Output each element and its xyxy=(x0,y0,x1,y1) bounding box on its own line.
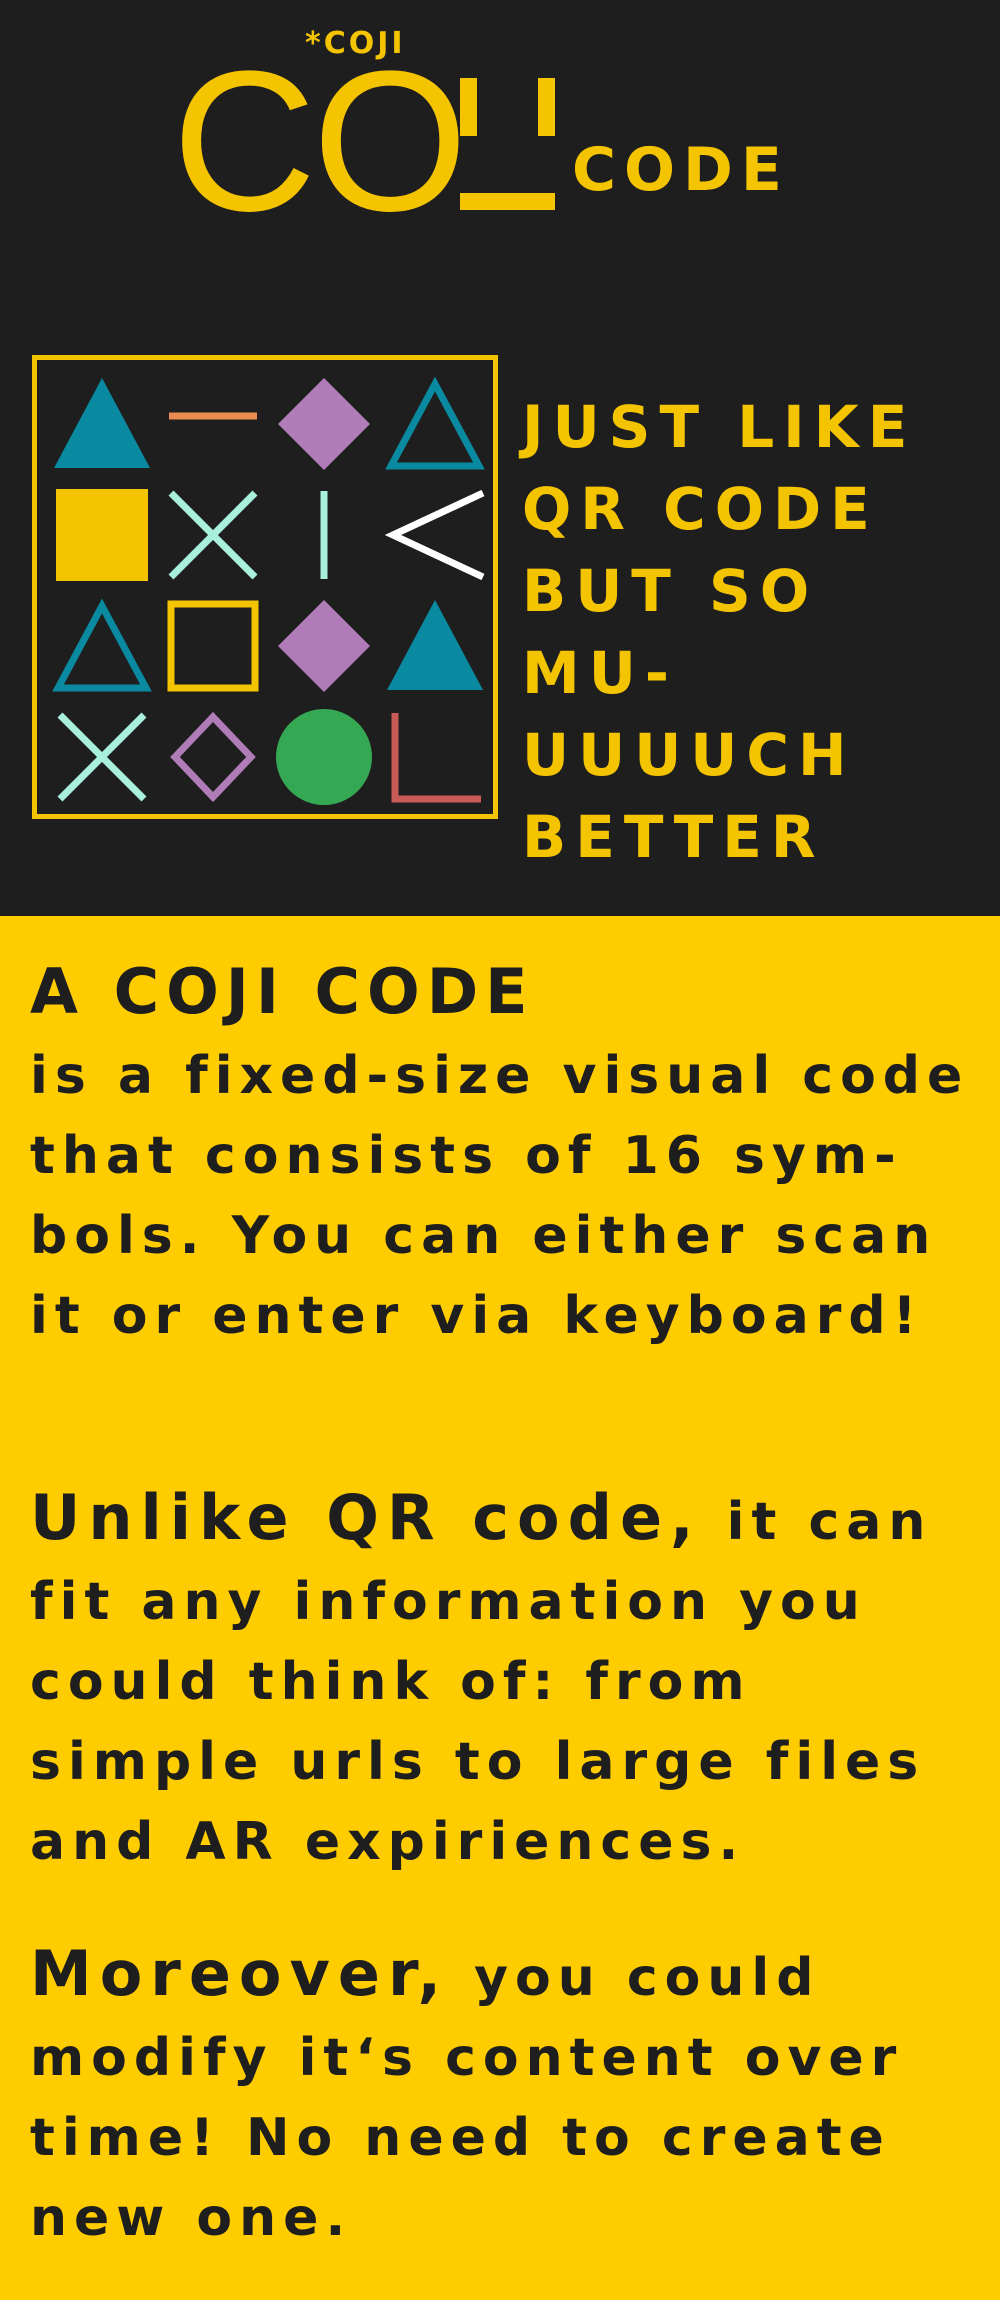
logo-wordmark: CO xyxy=(172,30,468,253)
cross-icon xyxy=(168,490,258,580)
logo-code-text: CODE xyxy=(572,135,790,205)
paragraph-lead: Moreover, xyxy=(30,1937,449,2010)
chevron-left-icon xyxy=(384,489,485,581)
diamond-outline-icon xyxy=(170,711,256,803)
diamond-filled-icon xyxy=(278,600,370,692)
logo-bars-icon xyxy=(460,78,555,210)
info-paragraph-3: Moreover, you could modify it‘s content … xyxy=(30,1934,990,2258)
square-outline-icon xyxy=(167,600,259,692)
tagline-line: UUUUCH xyxy=(522,721,856,789)
triangle-outline-icon xyxy=(385,376,485,470)
cross-icon xyxy=(57,712,147,802)
tagline-line: BUT SO MU- xyxy=(522,557,819,707)
tagline-line: BETTER xyxy=(522,803,825,871)
tagline: JUST LIKE QR CODE BUT SO MU- UUUUCH BETT… xyxy=(522,386,992,878)
diamond-filled-icon xyxy=(278,378,370,470)
coji-code-grid xyxy=(52,376,485,805)
coji-code-sample xyxy=(32,355,498,819)
hero-section: *COJI CO CODE JUST LIKE QR CODE BUT SO M… xyxy=(0,0,1000,916)
corner-l-icon xyxy=(391,713,481,803)
info-paragraph-2: Unlike QR code, it can fit any informati… xyxy=(30,1478,990,1882)
tagline-line: JUST LIKE xyxy=(522,393,917,461)
info-paragraph-1: is a fixed-size visual code that consist… xyxy=(30,1046,970,1346)
paragraph-lead: Unlike QR code, xyxy=(30,1481,702,1554)
tagline-line: QR CODE xyxy=(522,475,879,543)
triangle-filled-icon xyxy=(54,378,150,468)
info-section: A COJI CODE is a fixed-size visual code … xyxy=(0,916,1000,2300)
triangle-filled-icon xyxy=(387,600,483,690)
square-filled-icon xyxy=(56,489,148,581)
circle-filled-icon xyxy=(276,709,372,805)
triangle-outline-icon xyxy=(52,598,152,692)
info-heading: A COJI CODE xyxy=(30,955,535,1028)
